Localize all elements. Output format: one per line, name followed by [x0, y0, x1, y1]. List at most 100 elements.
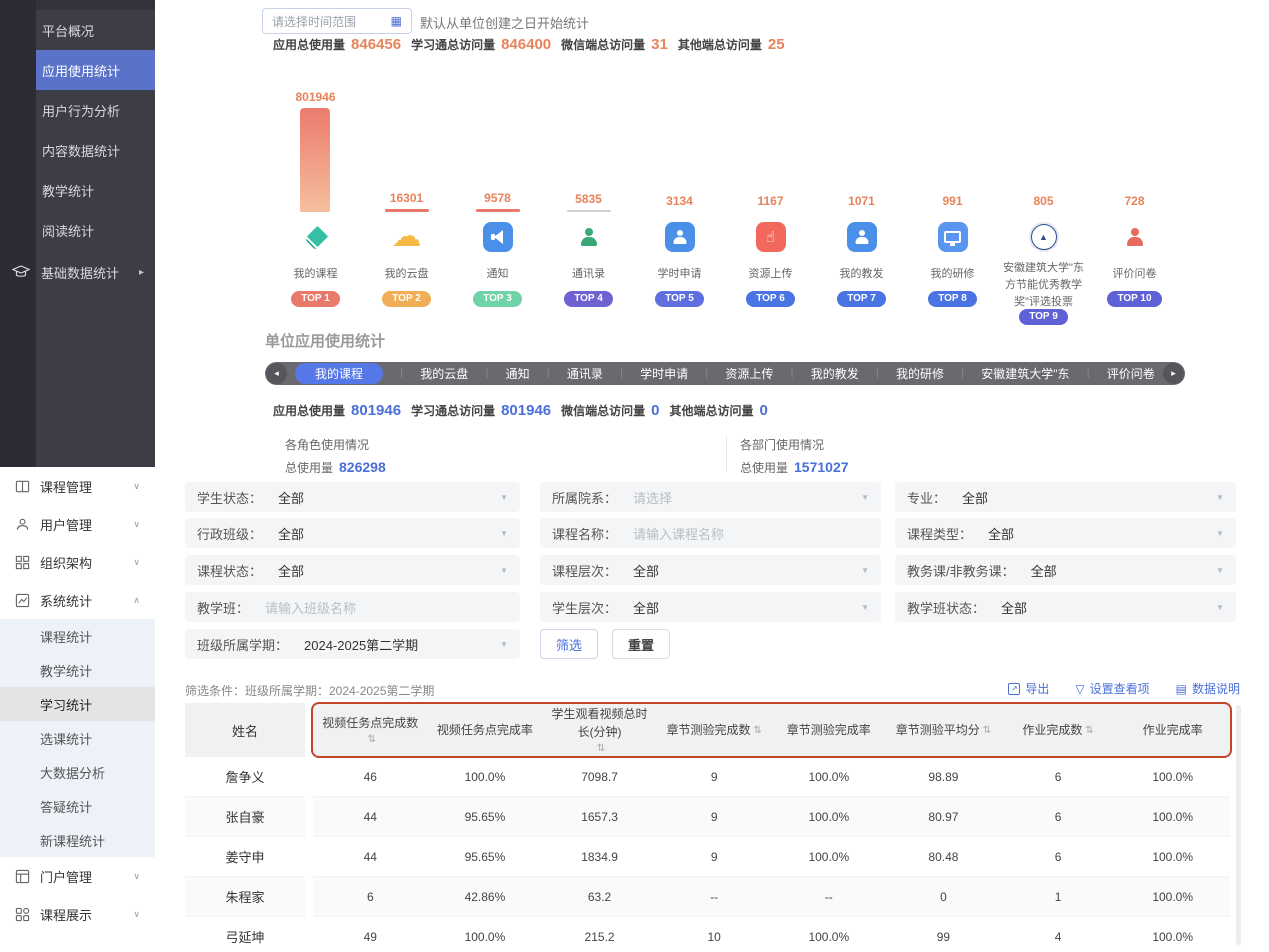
rank-item-notifications: 9578 通知 TOP 3 [452, 90, 543, 325]
speaker-icon [483, 222, 513, 252]
stat-wechat-visits: 微信端总访问量31 [561, 36, 668, 53]
filter-course-type[interactable]: 课程类型：全部▼ [895, 518, 1236, 548]
filter-admin-class[interactable]: 行政班级：全部▼ [185, 518, 520, 548]
reset-button[interactable]: 重置 [612, 629, 670, 659]
layout-icon [15, 907, 30, 922]
filter-student-level[interactable]: 学生层次：全部▼ [540, 592, 881, 622]
dropdown-icon: ▼ [861, 603, 869, 612]
filter-department[interactable]: 所属院系：请选择▼ [540, 482, 881, 512]
table-row: 姜守申 4495.65%1834.99100.0%80.486100.0% [185, 837, 1230, 877]
submenu-item-course-selection-stats[interactable]: 选课统计 [0, 721, 155, 755]
bar [385, 209, 429, 212]
sidebar-rail [0, 0, 36, 467]
tab-my-training[interactable]: 我的研修 [896, 365, 944, 382]
table-toolbar: ↗导出 ▽设置查看项 ▤数据说明 [1008, 680, 1240, 697]
filter-teaching-class-input[interactable]: 教学班：请输入班级名称 [185, 592, 520, 622]
tabs-prev-button[interactable]: ◂ [266, 363, 287, 384]
sort-icon: ⇅ [754, 723, 762, 738]
sidebar-item-user-behavior[interactable]: 用户行为分析 [36, 90, 155, 130]
export-button[interactable]: ↗导出 [1008, 680, 1049, 697]
filter-button[interactable]: 筛选 [540, 629, 598, 659]
submenu-item-qa-stats[interactable]: 答疑统计 [0, 789, 155, 823]
stat-other-visits: 其他端总访问量0 [670, 402, 768, 419]
tab-contacts[interactable]: 通讯录 [567, 365, 603, 382]
bar [300, 108, 330, 212]
submenu-item-course-stats[interactable]: 课程统计 [0, 619, 155, 653]
tab-credit-hours[interactable]: 学时申请 [640, 365, 688, 382]
sidebar-top-strip [36, 0, 155, 10]
portal-icon [15, 869, 30, 884]
sidebar-item-course-management[interactable]: 课程管理 ∨ [0, 467, 155, 505]
tab-evaluation-survey[interactable]: 评价问卷 [1107, 365, 1155, 382]
sidebar-item-system-stats[interactable]: 系统统计 ∧ [0, 581, 155, 619]
bar [476, 209, 520, 212]
rank-item-evaluation-survey: 728 评价问卷 TOP 10 [1089, 90, 1180, 325]
sidebar-item-content-data[interactable]: 内容数据统计 [36, 130, 155, 170]
tab-university-vote[interactable]: 安徽建筑大学"东 [981, 365, 1069, 382]
filter-course-level[interactable]: 课程层次：全部▼ [540, 555, 881, 585]
sidebar-item-course-display[interactable]: 课程展示 ∨ [0, 895, 155, 933]
filter-course-status[interactable]: 课程状态：全部▼ [185, 555, 520, 585]
cloud-icon: ☁ [392, 222, 422, 252]
expand-arrow-icon: ▸ [139, 267, 144, 278]
sidebar-item-user-management[interactable]: 用户管理 ∨ [0, 505, 155, 543]
filter-major[interactable]: 专业：全部▼ [895, 482, 1236, 512]
monitor-icon [938, 222, 968, 252]
rank-item-my-courses: 801946 我的课程 TOP 1 [270, 90, 361, 325]
courses-layers-icon [305, 226, 327, 248]
document-icon: ▤ [1176, 683, 1187, 695]
table-scrollbar[interactable] [1236, 705, 1241, 945]
tab-notifications[interactable]: 通知 [506, 365, 530, 382]
submenu-item-teaching-stats[interactable]: 教学统计 [0, 653, 155, 687]
system-stats-submenu: 课程统计 教学统计 学习统计 选课统计 大数据分析 答疑统计 新课程统计 [0, 619, 155, 857]
col-chapter-quiz-rate: 章节测验完成率 [772, 703, 887, 757]
top-badge: TOP 1 [291, 291, 340, 307]
top-badge: TOP 9 [1019, 309, 1068, 325]
tab-resource-upload[interactable]: 资源上传 [725, 365, 773, 382]
tab-teacher-development[interactable]: 我的教发 [811, 365, 859, 382]
sidebar-item-portal-management[interactable]: 门户管理 ∨ [0, 857, 155, 895]
filter-academic-course[interactable]: 教务课/非教务课：全部▼ [895, 555, 1236, 585]
date-range-picker[interactable]: 请选择时间范围 ▦ [262, 8, 412, 34]
col-chapter-quiz-done[interactable]: 章节测验完成数⇅ [657, 703, 772, 757]
stat-wechat-visits: 微信端总访问量0 [561, 402, 659, 419]
col-chapter-quiz-avg[interactable]: 章节测验平均分⇅ [886, 703, 1001, 757]
sidebar-item-platform-overview[interactable]: 平台概况 [36, 10, 155, 50]
dropdown-icon: ▼ [861, 566, 869, 575]
filter-teaching-class-status[interactable]: 教学班状态：全部▼ [895, 592, 1236, 622]
filter-course-name-input[interactable]: 课程名称：请输入课程名称 [540, 518, 881, 548]
data-note-button[interactable]: ▤数据说明 [1176, 680, 1240, 697]
col-homework-done[interactable]: 作业完成数⇅ [1001, 703, 1116, 757]
chevron-up-icon: ∧ [133, 595, 140, 606]
dropdown-icon: ▼ [1216, 493, 1224, 502]
view-settings-button[interactable]: ▽设置查看项 [1075, 680, 1149, 697]
stat-total-usage: 应用总使用量846456 [273, 36, 401, 53]
submenu-item-new-course-stats[interactable]: 新课程统计 [0, 823, 155, 857]
sidebar-item-teaching-stats[interactable]: 教学统计 [36, 170, 155, 210]
submenu-item-big-data-analysis[interactable]: 大数据分析 [0, 755, 155, 789]
col-video-watch-minutes[interactable]: 学生观看视频总时长(分钟)⇅ [542, 703, 657, 757]
sidebar-item-app-usage-stats[interactable]: 应用使用统计 [36, 50, 155, 90]
chevron-down-icon: ∨ [133, 557, 140, 568]
calendar-icon[interactable]: ▦ [391, 14, 402, 28]
filter-condition-text: 筛选条件：班级所属学期：2024-2025第二学期 [185, 682, 434, 699]
unit-stats: 应用总使用量801946 学习通总访问量801946 微信端总访问量0 其他端总… [273, 402, 778, 419]
sidebar-item-reading-stats[interactable]: 阅读统计 [36, 210, 155, 250]
tabs-next-button[interactable]: ▸ [1163, 363, 1184, 384]
sidebar-item-org-structure[interactable]: 组织架构 ∨ [0, 543, 155, 581]
stat-other-visits: 其他端总访问量25 [678, 36, 785, 53]
tab-my-cloud[interactable]: 我的云盘 [420, 365, 468, 382]
table-header-row: 视频任务点完成数⇅ 视频任务点完成率 学生观看视频总时长(分钟)⇅ 章节测验完成… [313, 703, 1230, 757]
col-video-tasks-done[interactable]: 视频任务点完成数⇅ [313, 703, 428, 757]
tab-my-courses[interactable]: 我的课程 [295, 363, 383, 384]
filter-class-semester[interactable]: 班级所属学期：2024-2025第二学期▼ [185, 629, 520, 659]
submenu-item-learning-stats[interactable]: 学习统计 [0, 687, 155, 721]
rank-item-teacher-development: 1071 我的教发 TOP 7 [816, 90, 907, 325]
sidebar-light: 课程管理 ∨ 用户管理 ∨ 组织架构 ∨ 系统统计 ∧ 课程统计 教学统计 学习… [0, 467, 155, 952]
tab-divider: | [486, 368, 489, 379]
stat-xuexitong-visits: 学习通总访问量801946 [411, 402, 551, 419]
filter-student-status[interactable]: 学生状态：全部▼ [185, 482, 520, 512]
university-logo-icon: ▲ [1031, 224, 1057, 250]
sidebar-item-basic-data-stats[interactable]: 基础数据统计 ▸ [0, 252, 155, 292]
contacts-person-icon [579, 227, 599, 247]
